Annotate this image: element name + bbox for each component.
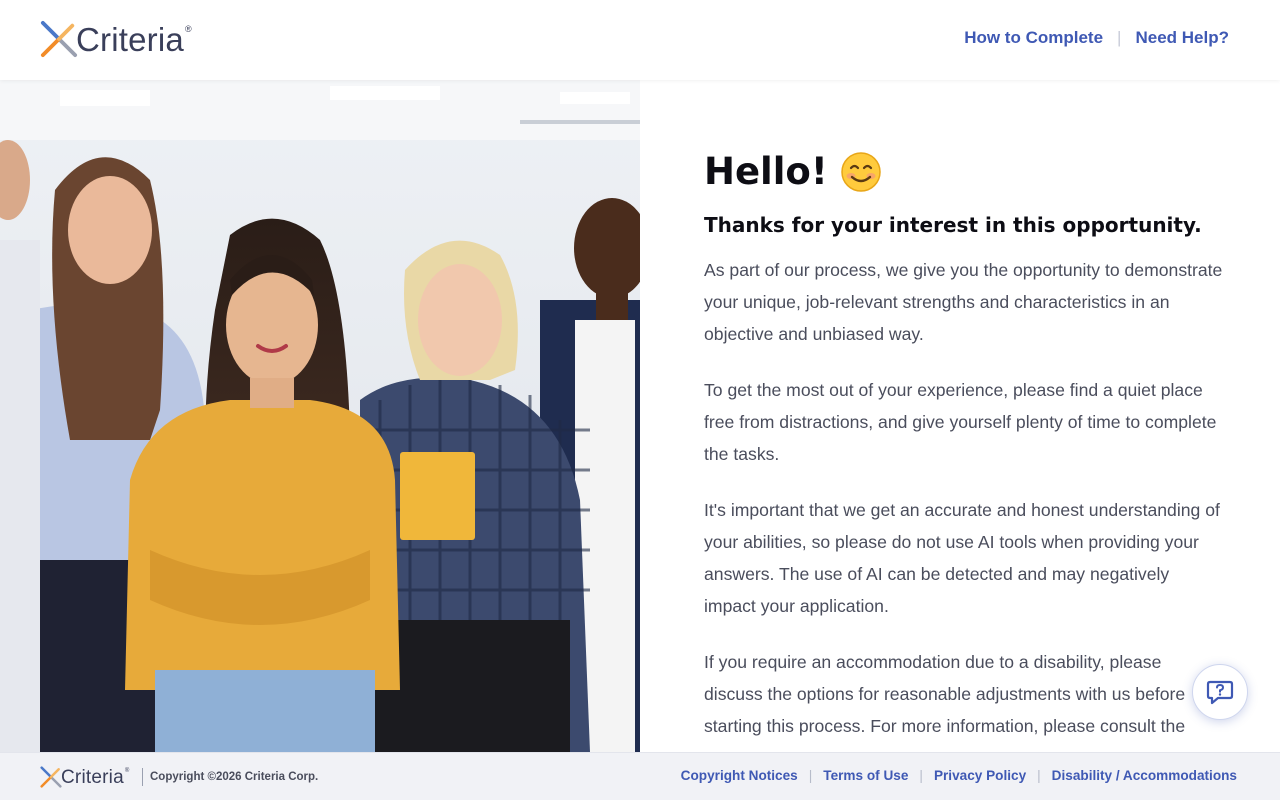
hero-image — [0, 80, 640, 752]
intro-content: Hello! Thanks for your interest in this … — [640, 80, 1280, 752]
intro-paragraph-3: It's important that we get an accurate a… — [704, 500, 1220, 616]
intro-text-block: Hello! Thanks for your interest in this … — [704, 150, 1224, 742]
privacy-policy-link[interactable]: Privacy Policy — [934, 767, 1026, 785]
footer-registered-mark: ® — [124, 768, 130, 774]
registered-mark: ® — [184, 24, 192, 34]
intro-paragraph-4: If you require an accommodation due to a… — [704, 652, 1186, 736]
smiling-face-emoji-icon — [840, 152, 881, 192]
top-nav: How to Complete | Need Help? — [964, 28, 1229, 48]
team-photo-illustration — [0, 80, 640, 752]
site-header: Criteria ® How to Complete | Need Help? — [0, 0, 1280, 80]
subheading: Thanks for your interest in this opportu… — [704, 213, 1202, 237]
footer-logo-wordmark: Criteria — [61, 766, 124, 788]
footer-nav: Copyright Notices | Terms of Use | Priva… — [681, 767, 1237, 785]
nav-divider: | — [1117, 28, 1122, 47]
footer-nav-divider: | — [1037, 768, 1041, 783]
how-to-complete-link[interactable]: How to Complete — [964, 28, 1103, 48]
logo-wordmark: Criteria — [76, 20, 184, 58]
footer-logo-mark-icon — [40, 766, 62, 788]
intro-paragraph-2: To get the most out of your experience, … — [704, 380, 1217, 464]
terms-of-use-link[interactable]: Terms of Use — [823, 767, 908, 785]
disability-accommodations-link[interactable]: Disability / Accommodations — [1052, 767, 1237, 785]
greeting-heading: Hello! — [704, 150, 1224, 194]
greeting-text: Hello! — [704, 150, 828, 193]
intro-paragraph-1: As part of our process, we give you the … — [704, 260, 1223, 344]
copyright-text: Copyright ©2026 Criteria Corp. — [150, 771, 319, 783]
footer-nav-divider: | — [808, 768, 813, 783]
chat-help-icon — [1206, 680, 1234, 705]
criteria-logo[interactable]: Criteria ® — [40, 18, 192, 60]
criteria-logo-mark-icon — [40, 20, 78, 58]
need-help-link[interactable]: Need Help? — [1135, 28, 1229, 48]
chat-help-button[interactable] — [1192, 664, 1248, 720]
footer-criteria-logo[interactable]: Criteria ® — [40, 765, 129, 789]
copyright-notices-link[interactable]: Copyright Notices — [681, 767, 798, 785]
footer-divider — [142, 768, 143, 786]
footer-nav-divider: | — [919, 768, 923, 783]
site-footer: Criteria ® Copyright ©2026 Criteria Corp… — [0, 752, 1280, 800]
